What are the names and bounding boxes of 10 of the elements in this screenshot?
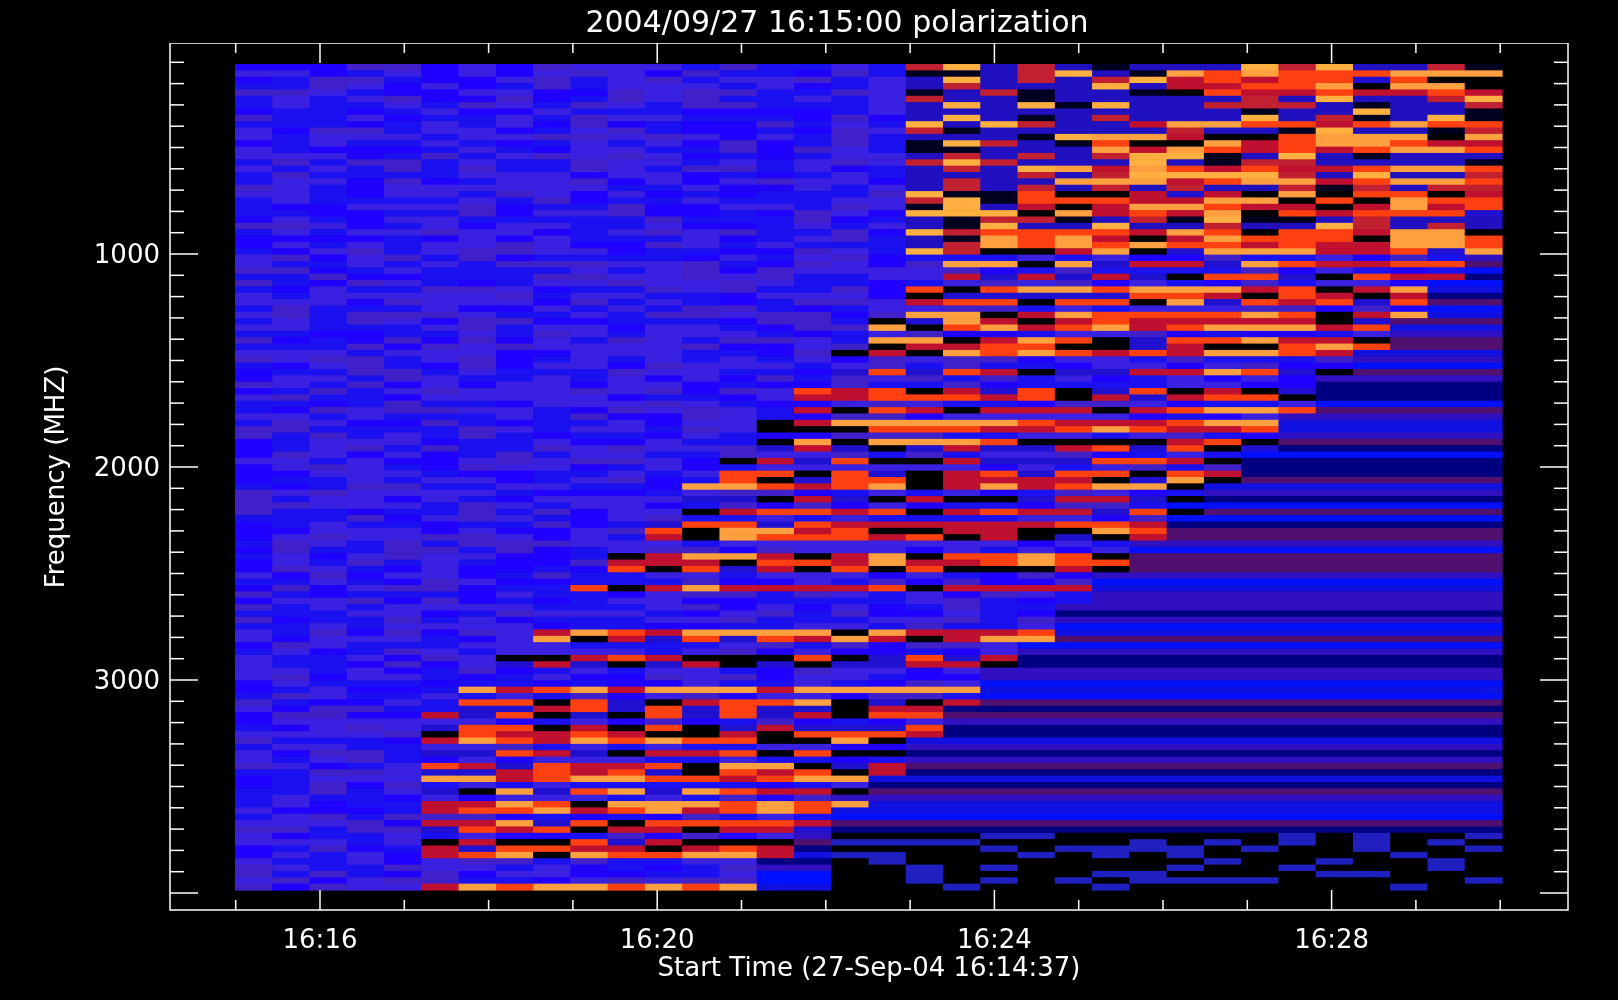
tick-label: 16:24 [956,924,1032,954]
axis-title: Start Time (27-Sep-04 16:14:37) [657,952,1081,982]
tick-label: 16:20 [619,924,695,954]
tick-label: 2000 [93,452,160,482]
tick-label: 16:28 [1294,924,1370,954]
tick-label: 16:16 [282,924,358,954]
tick-label: 3000 [93,665,160,695]
chart-title: 2004/09/27 16:15:00 polarization [585,4,1089,39]
tick-label: 1000 [93,239,160,269]
axis-title: Frequency (MHZ) [40,365,70,589]
